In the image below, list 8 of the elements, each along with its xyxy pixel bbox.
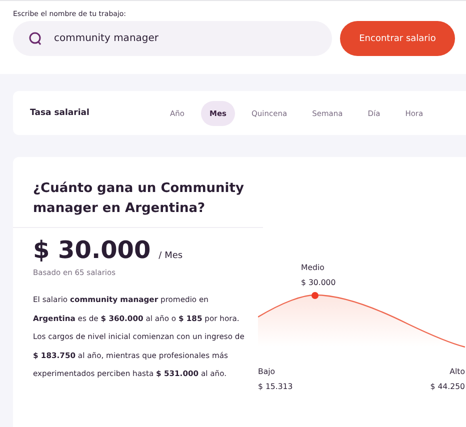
salary-amount: $ 30.000 (33, 236, 151, 264)
rate-label: Tasa salarial (30, 108, 90, 118)
find-salary-button[interactable]: Encontrar salario (340, 21, 455, 56)
median-marker (312, 292, 318, 299)
search-icon (29, 32, 42, 46)
card-title: ¿Cuánto gana un Community manager en Argentina? (13, 157, 263, 228)
search-field[interactable]: community manager (54, 33, 254, 44)
salary-period: / Mes (158, 251, 183, 261)
